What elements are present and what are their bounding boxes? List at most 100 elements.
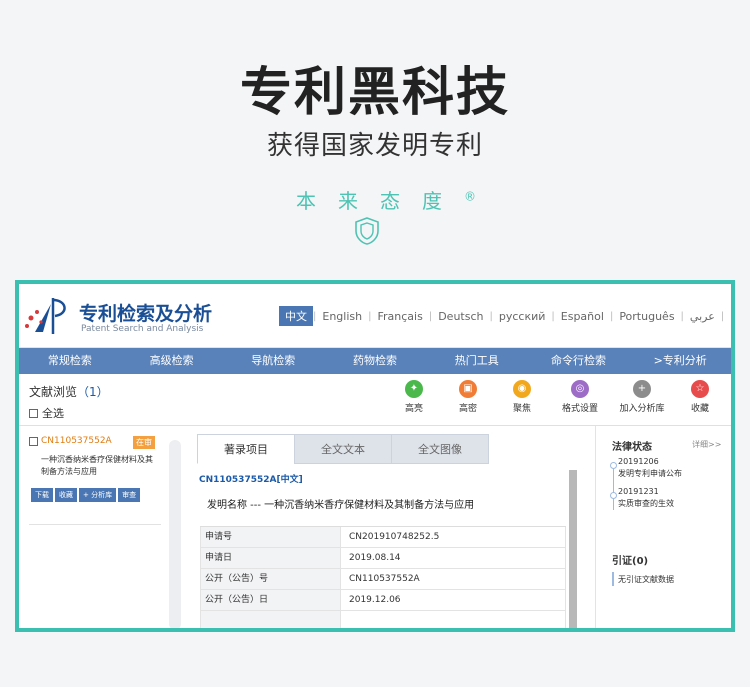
highlight-icon: ✦ [405,380,423,398]
timeline-date: 20191206 [618,457,659,466]
shield-icon [355,217,379,245]
format-icon: ◎ [571,380,589,398]
detail-scrollbar[interactable] [569,470,577,628]
site-header: 专利检索及分析 Patent Search and Analysis 中文 | E… [19,284,731,348]
tool-label: 高亮 [404,404,423,414]
tool-favorite-button[interactable]: ☆ 收藏 [673,380,727,414]
lang-de[interactable]: Deutsch [432,308,489,325]
language-bar: 中文 | English | Français | Deutsch | русский |… [279,306,731,326]
row-value: CN110537552A [340,569,566,589]
timeline-dot [610,462,617,469]
add-analysis-button[interactable]: + 分析库 [79,488,117,502]
hero-title: 专利黑科技 [239,63,510,123]
lang-zh[interactable]: 中文 [279,306,313,326]
table-row [200,611,566,628]
lang-ar[interactable]: عربي [684,308,721,325]
screenshot-frame: 专利检索及分析 Patent Search and Analysis 中文 | E… [15,280,735,632]
table-row: 公开（公告）日 2019.12.06 [200,590,566,611]
timeline-text: 发明专利申请公布 [618,469,682,478]
row-key [200,611,340,628]
lang-es[interactable]: Español [555,308,610,325]
review-button[interactable]: 审查 [118,488,141,502]
row-value: 2019.08.14 [340,548,566,568]
details-link[interactable]: 详细>> [692,439,721,450]
logo-icon [25,298,66,334]
nav-patent-analysis[interactable]: >专利分析 [629,348,731,374]
hero-subtitle: 获得国家发明专利 [266,131,483,161]
nav-navigation-search[interactable]: 导航检索 [222,348,324,374]
tool-label: 聚焦 [512,404,531,414]
status-badge: 在审 [133,436,155,449]
brand-text: 本来态度 [296,189,464,213]
tool-label: 格式设置 [561,404,598,414]
select-all-checkbox[interactable] [29,408,38,418]
tool-label: 加入分析库 [619,404,665,414]
row-value: 2019.12.06 [340,590,566,610]
tool-highlight-button[interactable]: ✦ 高亮 [387,380,441,414]
focus-icon: ◉ [513,380,531,398]
lang-pt[interactable]: Português [613,308,680,325]
doc-actions: 下载 收藏 + 分析库 审查 [31,488,141,502]
tool-add-analysis-button[interactable]: + 加入分析库 [611,380,673,414]
timeline-item: 20191206 发明专利申请公布 [618,456,682,480]
download-button[interactable]: 下载 [31,488,53,502]
logo-subtitle: Patent Search and Analysis [81,324,204,334]
tool-format-button[interactable]: ◎ 格式设置 [549,380,611,414]
tool-label: 高密 [458,404,477,414]
nav-drug-search[interactable]: 药物检索 [324,348,426,374]
doc-list: CN110537552A 在审 一种沉香纳米香疗保健材料及其制备方法与应用 下载… [19,426,169,628]
star-icon: ☆ [691,380,709,398]
doc-list-item[interactable]: CN110537552A [29,436,112,446]
row-key: 申请日 [200,548,340,568]
left-scrollbar[interactable] [169,440,181,628]
row-key: 申请号 [200,527,340,547]
table-row: 申请号 CN201910748252.5 [200,527,566,548]
bibliographic-table: 申请号 CN201910748252.5 申请日 2019.08.14 公开（公告）… [200,526,566,628]
citation-title: 引证(0) [612,556,649,567]
tool-focus-button[interactable]: ◉ 聚焦 [495,380,549,414]
citation-text: 无引证文献数据 [618,575,674,584]
legal-status-panel: 法律状态 详细>> 20191206 发明专利申请公布 20191231 实质审查的… [595,426,731,628]
tool-group: ✦ 高亮 ▣ 高密 ◉ 聚焦 ◎ 格式设置 + 加入分析库 ☆ 收藏 [387,380,727,414]
detail-tabs: 著录项目 全文文本 全文图像 [197,434,577,464]
main-nav: 常规检索 高级检索 导航检索 药物检索 热门工具 命令行检索 >专利分析 [19,348,731,374]
lang-fr[interactable]: Français [371,308,428,325]
tab-bibliographic[interactable]: 著录项目 [197,434,295,464]
lang-ru[interactable]: русский [493,308,552,325]
lang-en[interactable]: English [316,308,368,325]
row-key: 公开（公告）号 [200,569,340,589]
patent-id: CN110537552A[中文] [199,475,303,485]
table-row: 申请日 2019.08.14 [200,548,566,569]
toolbar: 文献浏览（1） 全选 ✦ 高亮 ▣ 高密 ◉ 聚焦 ◎ 格式设置 + 加入分析库 ☆ 收藏 [19,374,731,426]
tab-full-text[interactable]: 全文文本 [294,434,392,464]
citation-bar [612,572,614,586]
row-key: 公开（公告）日 [200,590,340,610]
doc-checkbox[interactable] [29,436,38,446]
select-all-label: 全选 [42,407,64,420]
result-count: （1） [77,385,109,399]
add-icon: + [633,380,651,398]
browse-title: 文献浏览（1） [29,383,109,400]
nav-hot-tools[interactable]: 热门工具 [426,348,528,374]
content-area: CN110537552A 在审 一种沉香纳米香疗保健材料及其制备方法与应用 下载… [19,426,731,628]
timeline-item: 20191231 实质审查的生效 [618,486,674,510]
doc-id-link[interactable]: CN110537552A [41,436,112,446]
row-value [340,611,566,628]
invention-name: 发明名称 --- 一种沉香纳米香疗保健材料及其制备方法与应用 [207,500,475,511]
favorite-button[interactable]: 收藏 [55,488,77,502]
nav-regular-search[interactable]: 常规检索 [19,348,121,374]
timeline-text: 实质审查的生效 [618,499,674,508]
lang-ja[interactable]: 日本語 [724,306,731,326]
nav-advanced-search[interactable]: 高级检索 [121,348,223,374]
tool-density-button[interactable]: ▣ 高密 [441,380,495,414]
registered-mark: ® [464,189,476,204]
row-value: CN201910748252.5 [340,527,566,547]
nav-command-search[interactable]: 命令行检索 [528,348,630,374]
logo-title: 专利检索及分析 [79,303,213,325]
browse-title-text: 文献浏览 [29,385,78,399]
legal-status-title: 法律状态 [612,442,652,453]
tab-full-image[interactable]: 全文图像 [391,434,489,464]
select-all[interactable]: 全选 [29,405,64,421]
brand-name: 本来态度® [0,185,750,214]
timeline-date: 20191231 [618,487,659,496]
